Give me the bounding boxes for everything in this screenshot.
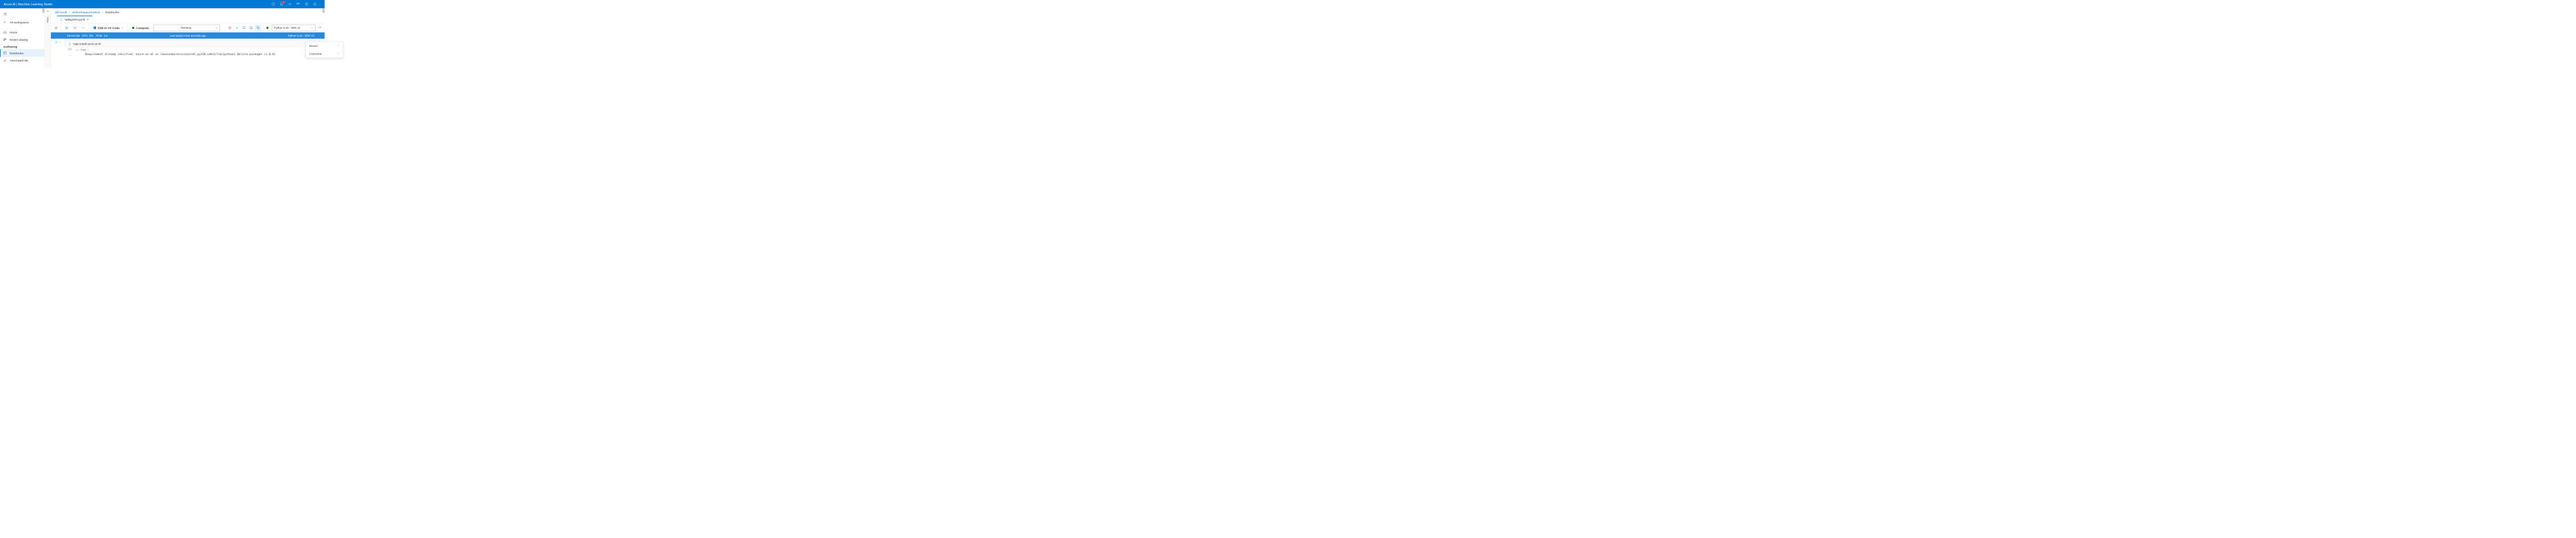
run-all-button[interactable] (64, 25, 70, 31)
sidebar-item-notebooks[interactable]: Notebooks (0, 49, 44, 57)
ram-value: 1% (104, 34, 108, 37)
execution-count: [1] (64, 47, 74, 53)
data-actions-dropdown: Mount Consume (306, 42, 343, 58)
expand-files-button[interactable] (46, 9, 50, 13)
breadcrumb-current: Notebooks (105, 11, 119, 14)
compute-details-button[interactable] (248, 25, 255, 31)
chevron-down-icon (311, 26, 313, 29)
stop-compute-button[interactable] (227, 25, 233, 31)
stop-button[interactable] (72, 25, 78, 31)
saved-status: Last saved a few seconds ago (170, 34, 206, 37)
compute-selector[interactable]: - Running (153, 25, 220, 31)
sidebar-item-automated-ml[interactable]: Automated ML (0, 57, 44, 64)
notification-badge: 3 (282, 1, 285, 4)
app-title: Azure AI | Machine Learning Studio (4, 2, 52, 6)
notifications-icon[interactable]: 3 (278, 0, 286, 8)
chevron-down-icon (121, 26, 124, 29)
dropdown-item-mount[interactable]: Mount (306, 42, 343, 49)
files-label: Files (46, 16, 49, 23)
recent-icon[interactable] (269, 0, 278, 8)
statusbar: · Kernel idle CPU 0% RAM 1% Last saved a… (51, 32, 325, 39)
cpu-label: CPU (82, 34, 88, 37)
menu-button[interactable] (53, 25, 60, 31)
compute-value: - Running (156, 26, 215, 29)
more-button[interactable] (80, 25, 87, 31)
status-dot-running (132, 27, 135, 29)
kernel-status: · Kernel idle (66, 34, 80, 37)
code-content: %pip install azure-ai-ml (73, 42, 101, 45)
chevron-right-icon: › (69, 11, 70, 14)
sidebar-label: Model catalog (9, 38, 28, 42)
breadcrumb-item[interactable]: amlworkspacemidesa (72, 11, 100, 14)
chevron-right-icon (337, 44, 340, 47)
tab-filename: *adlsg2test.ipynb (64, 18, 85, 21)
back-arrow-icon (4, 20, 7, 24)
smile-icon[interactable] (311, 0, 319, 8)
help-icon[interactable] (303, 0, 311, 8)
automl-icon (4, 59, 7, 62)
refresh-kernel-button[interactable] (316, 25, 323, 31)
close-tab-button[interactable]: ✕ (87, 18, 90, 22)
breadcrumb: Microsoft › amlworkspacemidesa › Noteboo… (51, 8, 325, 16)
sidebar-item-model-catalog[interactable]: Model catalog (0, 36, 44, 43)
dropdown-label: Consume (309, 52, 321, 56)
terminal-button[interactable] (241, 25, 247, 31)
cell-menu-button[interactable] (59, 41, 61, 44)
ram-label: RAM (96, 34, 102, 37)
vscode-icon (93, 26, 96, 29)
sidebar: All workspaces Home Model catalog Author… (0, 8, 44, 68)
sidebar-label: All workspaces (9, 20, 29, 24)
all-workspaces-link[interactable]: All workspaces (0, 19, 44, 26)
breadcrumb-item[interactable]: Microsoft (55, 11, 67, 14)
sidebar-label: Home (9, 30, 17, 34)
sidebar-label: Notebooks (9, 52, 23, 55)
hamburger-button[interactable] (0, 9, 44, 19)
line-number: 1 (67, 42, 73, 45)
output-ellipsis[interactable]: … (64, 53, 74, 56)
kernel-value: Python 3.10 - SDK v2 (274, 26, 300, 29)
file-tab[interactable]: *adlsg2test.ipynb ✕ (57, 16, 93, 23)
data-button[interactable] (255, 25, 262, 31)
cell-output: Requirement already satisfied: azure-ai-… (74, 53, 276, 56)
sidebar-label: Automated ML (9, 59, 28, 62)
status-dot-kernel (266, 27, 269, 29)
dropdown-item-consume[interactable]: Consume (306, 50, 343, 57)
edit-vscode-label: Edit in VS Code (98, 26, 119, 30)
scrollbar-thumb[interactable] (323, 8, 325, 13)
chevron-right-icon: › (102, 11, 103, 14)
execution-time: 3 sec (80, 49, 86, 52)
code-cell[interactable]: 1 %pip install azure-ai-ml (64, 40, 320, 47)
cpu-value: 0% (90, 34, 94, 37)
kernel-selector[interactable]: Python 3.10 - SDK v2 (272, 25, 316, 31)
add-compute-button[interactable] (234, 25, 240, 31)
files-panel-collapsed: Files (44, 8, 51, 68)
catalog-icon (4, 38, 7, 42)
check-icon (76, 49, 79, 52)
feedback-icon[interactable] (294, 0, 302, 8)
settings-icon[interactable] (286, 0, 294, 8)
sidebar-item-home[interactable]: Home (0, 29, 44, 36)
edit-in-vscode-button[interactable]: Edit in VS Code (91, 26, 125, 29)
notebook-icon (4, 52, 7, 55)
chevron-right-icon (337, 52, 340, 54)
file-icon (60, 18, 63, 21)
notebook-toolbar: Edit in VS Code Compute: - Running (51, 23, 325, 33)
run-cell-button[interactable] (55, 41, 58, 44)
sidebar-section-authoring: Authoring (0, 43, 44, 49)
dropdown-label: Mount (309, 44, 317, 47)
home-icon (4, 30, 7, 34)
chevron-down-icon (215, 26, 217, 29)
compute-label: Compute: (136, 26, 149, 30)
env-label: Python 3.10 - SDK V2 (288, 34, 314, 37)
